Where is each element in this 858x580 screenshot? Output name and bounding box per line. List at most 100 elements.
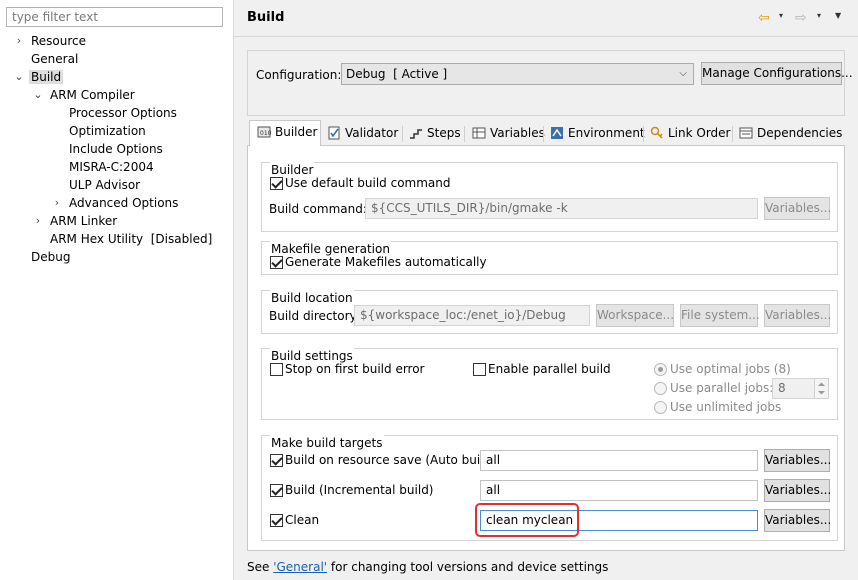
auto-build-checkbox[interactable]	[270, 454, 283, 467]
tree-item-resource[interactable]: Resource	[31, 32, 86, 50]
parallel-jobs-field: 8	[772, 378, 815, 399]
tab-builder[interactable]: 010 Builder	[249, 120, 321, 146]
enable-parallel-build-checkbox[interactable]	[473, 363, 486, 376]
footer-suffix: for changing tool versions and device se…	[327, 560, 609, 574]
stop-on-first-error-checkbox[interactable]	[270, 363, 283, 376]
use-optimal-jobs-label: Use optimal jobs (8)	[670, 362, 791, 376]
svg-text:010: 010	[260, 130, 271, 137]
dependencies-icon	[739, 127, 753, 139]
tree-item-include-options[interactable]: Include Options	[69, 140, 163, 158]
tab-separator	[643, 126, 644, 142]
tree-item-label: ULP Advisor	[69, 178, 141, 192]
spinner-arrows-icon	[818, 382, 825, 395]
tree-item-label: ARM Compiler	[50, 88, 135, 102]
use-default-build-command-checkbox[interactable]	[270, 177, 283, 190]
builder-variables-button: Variables...	[764, 197, 831, 220]
use-unlimited-jobs-label: Use unlimited jobs	[670, 400, 782, 414]
tab-label: Builder	[275, 125, 318, 139]
tab-label: Environment	[568, 126, 645, 140]
clean-checkbox[interactable]	[270, 514, 283, 527]
collapse-chevron-icon[interactable]: ⌄	[13, 68, 25, 86]
manage-configurations-button[interactable]: Manage Configurations...	[701, 62, 853, 85]
tab-environment[interactable]: Environment	[550, 122, 645, 146]
auto-build-label: Build on resource save (Auto build)	[285, 453, 496, 467]
tree-item-label: Resource	[31, 34, 87, 48]
general-link[interactable]: 'General'	[273, 560, 327, 574]
expand-chevron-icon[interactable]: ›	[13, 32, 25, 50]
tab-dependencies[interactable]: Dependencies	[739, 122, 842, 146]
build-command-field: ${CCS_UTILS_DIR}/bin/gmake -k	[365, 198, 758, 219]
back-dropdown-icon[interactable]: ▾	[779, 11, 783, 20]
tree-item-ulp-advisor[interactable]: ULP Advisor	[69, 176, 140, 194]
tree-item-label: Build	[29, 70, 64, 84]
tree-item-label: Advanced Options	[69, 196, 179, 210]
parallel-jobs-spinner	[814, 378, 829, 399]
footer-note: See 'General' for changing tool versions…	[247, 560, 608, 574]
location-variables-button: Variables...	[764, 304, 831, 327]
tree-item-debug[interactable]: Debug	[31, 248, 70, 266]
tree-item-optimization[interactable]: Optimization	[69, 122, 146, 140]
forward-arrow-icon[interactable]: ⇨	[795, 9, 807, 27]
tree-item-label: Include Options	[69, 142, 163, 156]
tab-variables[interactable]: Variables	[472, 122, 545, 146]
steps-icon	[410, 129, 422, 139]
group-title: Build location	[270, 290, 354, 306]
tab-separator	[732, 126, 733, 142]
tree-item-label: Optimization	[69, 124, 146, 138]
enable-parallel-build-label: Enable parallel build	[488, 362, 611, 376]
generate-makefiles-checkbox[interactable]	[270, 256, 283, 269]
tab-separator	[464, 126, 465, 142]
use-parallel-jobs-radio	[654, 382, 667, 395]
clean-variables-button[interactable]: Variables...	[764, 509, 831, 532]
clean-label: Clean	[285, 513, 320, 527]
tree-item-general[interactable]: General	[31, 50, 78, 68]
auto-build-target-input[interactable]: all	[480, 450, 758, 471]
tree-item-arm-compiler[interactable]: ARM Compiler	[50, 86, 135, 104]
build-directory-label: Build directory:	[269, 309, 360, 323]
tab-link-order[interactable]: Link Order	[650, 122, 731, 146]
footer-prefix: See	[247, 560, 274, 574]
configuration-box: Configuration: Debug [ Active ] ⌵ Manage…	[247, 50, 853, 116]
title-separator	[234, 36, 858, 37]
view-menu-icon[interactable]: ▼	[835, 11, 841, 20]
forward-dropdown-icon[interactable]: ▾	[817, 11, 821, 20]
tab-steps[interactable]: Steps	[409, 122, 461, 146]
tree-item-label: Debug	[31, 250, 71, 264]
tree-item-misra-c[interactable]: MISRA-C:2004	[69, 158, 154, 176]
build-command-label: Build command:	[269, 202, 367, 216]
configuration-select[interactable]: Debug [ Active ] ⌵	[341, 63, 694, 85]
configuration-value: Debug [ Active ]	[346, 67, 448, 81]
tab-separator	[543, 126, 544, 142]
auto-build-variables-button[interactable]: Variables...	[764, 449, 831, 472]
build-directory-field: ${workspace_loc:/enet_io}/Debug	[354, 305, 590, 326]
tree-item-arm-linker[interactable]: ARM Linker	[50, 212, 117, 230]
tab-label: Validator	[345, 126, 399, 140]
tree-item-label: ARM Linker	[50, 214, 118, 228]
file-system-button: File system...	[680, 304, 760, 327]
tree-item-processor-options[interactable]: Processor Options	[69, 104, 177, 122]
tree-item-advanced-options[interactable]: Advanced Options	[69, 194, 178, 212]
filter-input[interactable]	[6, 7, 223, 27]
tab-label: Steps	[427, 126, 461, 140]
builder-group: Builder	[261, 162, 838, 232]
tree-item-build[interactable]: Build	[29, 68, 64, 86]
use-parallel-jobs-label: Use parallel jobs:	[670, 381, 774, 395]
incremental-build-checkbox[interactable]	[270, 484, 283, 497]
tree-item-arm-hex-utility[interactable]: ARM Hex Utility [Disabled]	[50, 230, 212, 248]
expand-chevron-icon[interactable]: ›	[32, 212, 44, 230]
use-default-build-command-label: Use default build command	[285, 176, 451, 190]
incremental-build-label: Build (Incremental build)	[285, 483, 434, 497]
tab-separator	[402, 126, 403, 142]
back-arrow-icon[interactable]: ⇦	[758, 9, 770, 27]
expand-chevron-icon[interactable]: ›	[51, 194, 63, 212]
environment-icon	[551, 127, 563, 139]
collapse-chevron-icon[interactable]: ⌄	[32, 86, 44, 104]
configuration-label: Configuration:	[256, 68, 342, 82]
builder-icon: 010	[257, 126, 271, 138]
tab-validator[interactable]: Validator	[327, 122, 398, 146]
navigation-tree-panel: › Resource General ⌄ Build ⌄ ARM Compile…	[0, 0, 233, 580]
workspace-button: Workspace...	[596, 304, 674, 327]
incremental-build-variables-button[interactable]: Variables...	[764, 479, 831, 502]
tree-item-label: MISRA-C:2004	[69, 160, 154, 174]
incremental-build-target-input[interactable]: all	[480, 480, 758, 501]
